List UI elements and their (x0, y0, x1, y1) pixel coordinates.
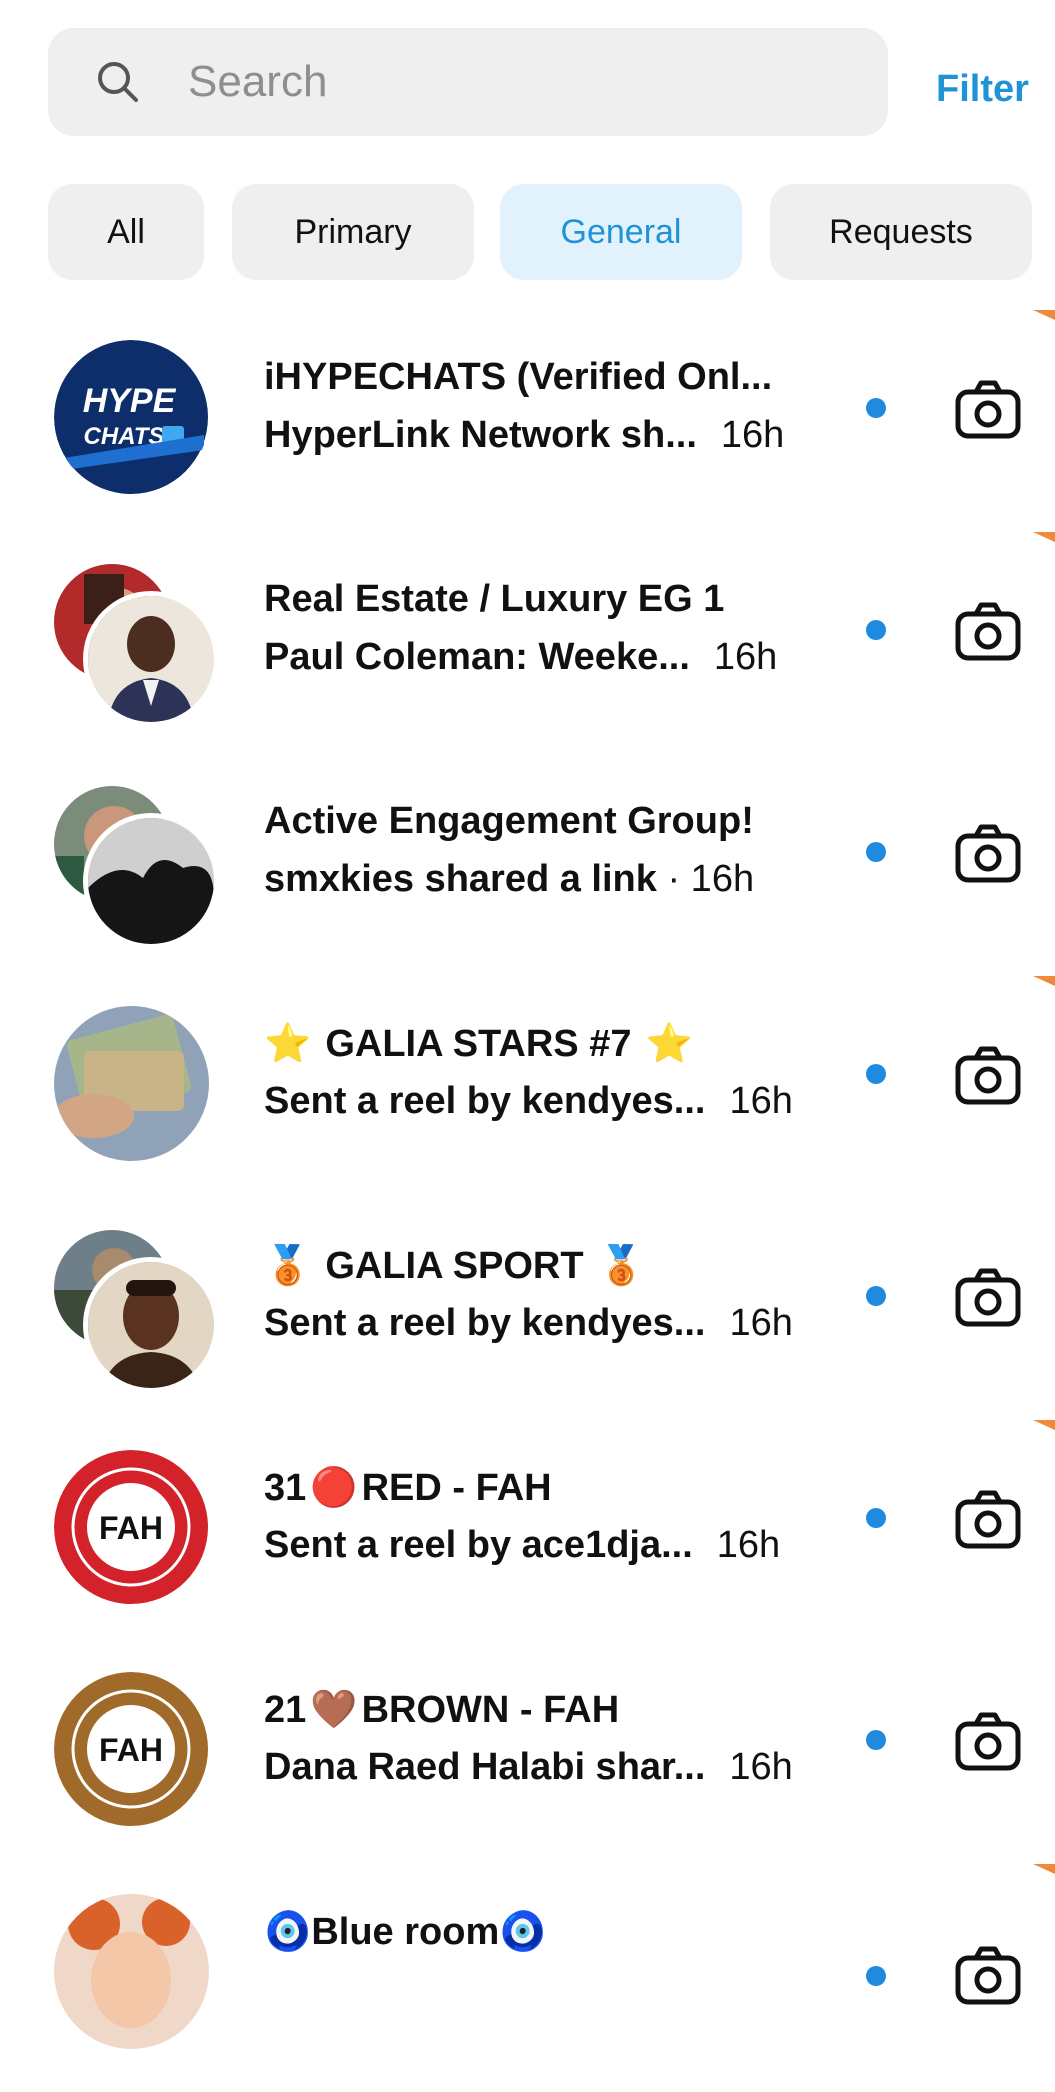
camera-icon[interactable] (954, 1266, 1022, 1328)
search-bar[interactable]: Search (48, 28, 888, 136)
conversation-row[interactable]: Real Estate / Luxury EG 1 Paul Coleman: … (0, 532, 1055, 760)
corner-marker (1033, 310, 1055, 320)
brown-heart-icon: 🤎 (310, 1689, 358, 1731)
search-icon (92, 56, 144, 108)
avatar[interactable] (54, 1006, 209, 1161)
unread-dot (866, 842, 886, 862)
unread-dot (866, 1064, 886, 1084)
tab-primary[interactable]: Primary (232, 184, 474, 280)
svg-text:FAH: FAH (99, 1510, 163, 1546)
conversation-preview: Sent a reel by ace1dja... 16h (264, 1524, 781, 1566)
camera-icon[interactable] (954, 1710, 1022, 1772)
medal-icon: 🥉 (264, 1245, 312, 1287)
unread-dot (866, 398, 886, 418)
conversation-title: Real Estate / Luxury EG 1 (264, 578, 725, 620)
conversation-row[interactable]: 🥉 GALIA SPORT 🥉 Sent a reel by kendyes..… (0, 1204, 1055, 1426)
camera-icon[interactable] (954, 822, 1022, 884)
avatar[interactable] (54, 1894, 209, 2049)
conversation-preview: smxkies shared a link · 16h (264, 858, 755, 900)
conversation-preview: HyperLink Network sh... 16h (264, 414, 785, 456)
timestamp: 16h (729, 1302, 793, 1344)
tab-all[interactable]: All (48, 184, 204, 280)
star-icon: ⭐ (264, 1023, 312, 1065)
filter-button[interactable]: Filter (936, 68, 1029, 111)
conversation-row[interactable]: 🧿 Blue room 🧿 (0, 1864, 1055, 2092)
star-icon: ⭐ (645, 1023, 693, 1065)
conversation-row[interactable]: HYPE CHATS iHYPECHATS (Verified Onl... H… (0, 310, 1055, 538)
camera-icon[interactable] (954, 1944, 1022, 2006)
unread-dot (866, 1508, 886, 1528)
unread-dot (866, 620, 886, 640)
nazar-amulet-icon: 🧿 (499, 1911, 547, 1953)
unread-dot (866, 1966, 886, 1986)
timestamp: · 16h (667, 858, 755, 900)
avatar[interactable] (88, 818, 214, 944)
conversation-preview: Paul Coleman: Weeke... 16h (264, 636, 778, 678)
timestamp: 16h (713, 636, 778, 678)
unread-dot (866, 1730, 886, 1750)
camera-icon[interactable] (954, 378, 1022, 440)
conversation-row[interactable]: FAH 31 🔴 RED - FAH Sent a reel by ace1dj… (0, 1420, 1055, 1648)
red-circle-icon: 🔴 (310, 1467, 358, 1509)
avatar[interactable]: FAH (54, 1672, 209, 1827)
camera-icon[interactable] (954, 600, 1022, 662)
corner-marker (1033, 1420, 1055, 1430)
conversation-row[interactable]: FAH 21 🤎 BROWN - FAH Dana Raed Halabi sh… (0, 1648, 1055, 1870)
conversation-title: 🥉 GALIA SPORT 🥉 (264, 1244, 645, 1288)
svg-text:FAH: FAH (99, 1732, 163, 1768)
conversation-row[interactable]: ⭐ GALIA STARS #7 ⭐ Sent a reel by kendye… (0, 976, 1055, 1204)
avatar[interactable]: HYPE CHATS (54, 340, 209, 495)
conversation-preview: Sent a reel by kendyes... 16h (264, 1302, 793, 1344)
conversation-row[interactable]: Active Engagement Group! smxkies shared … (0, 760, 1055, 982)
camera-icon[interactable] (954, 1044, 1022, 1106)
conversation-preview: Sent a reel by kendyes... 16h (264, 1080, 793, 1122)
camera-icon[interactable] (954, 1488, 1022, 1550)
conversation-title: 21 🤎 BROWN - FAH (264, 1688, 620, 1732)
tab-general[interactable]: General (500, 184, 742, 280)
timestamp: 16h (729, 1080, 793, 1122)
timestamp: 16h (729, 1746, 793, 1788)
corner-marker (1033, 1864, 1055, 1874)
tab-bar: All Primary General Requests (48, 184, 1032, 280)
corner-marker (1033, 532, 1055, 542)
avatar[interactable] (88, 596, 214, 722)
conversation-title: iHYPECHATS (Verified Onl... (264, 356, 773, 398)
timestamp: 16h (720, 414, 785, 456)
conversation-title: 31 🔴 RED - FAH (264, 1466, 552, 1510)
svg-text:HYPE: HYPE (83, 382, 177, 420)
tab-requests[interactable]: Requests (770, 184, 1032, 280)
avatar[interactable] (88, 1262, 214, 1388)
unread-dot (866, 1286, 886, 1306)
timestamp: 16h (716, 1524, 781, 1566)
nazar-amulet-icon: 🧿 (264, 1911, 312, 1953)
avatar[interactable]: FAH (54, 1450, 209, 1605)
conversation-preview: Dana Raed Halabi shar... 16h (264, 1746, 793, 1788)
corner-marker (1033, 976, 1055, 986)
search-input[interactable]: Search (188, 57, 327, 107)
conversation-title: ⭐ GALIA STARS #7 ⭐ (264, 1022, 693, 1066)
medal-icon: 🥉 (597, 1245, 645, 1287)
conversation-title: Active Engagement Group! (264, 800, 754, 842)
conversation-title: 🧿 Blue room 🧿 (264, 1910, 547, 1954)
